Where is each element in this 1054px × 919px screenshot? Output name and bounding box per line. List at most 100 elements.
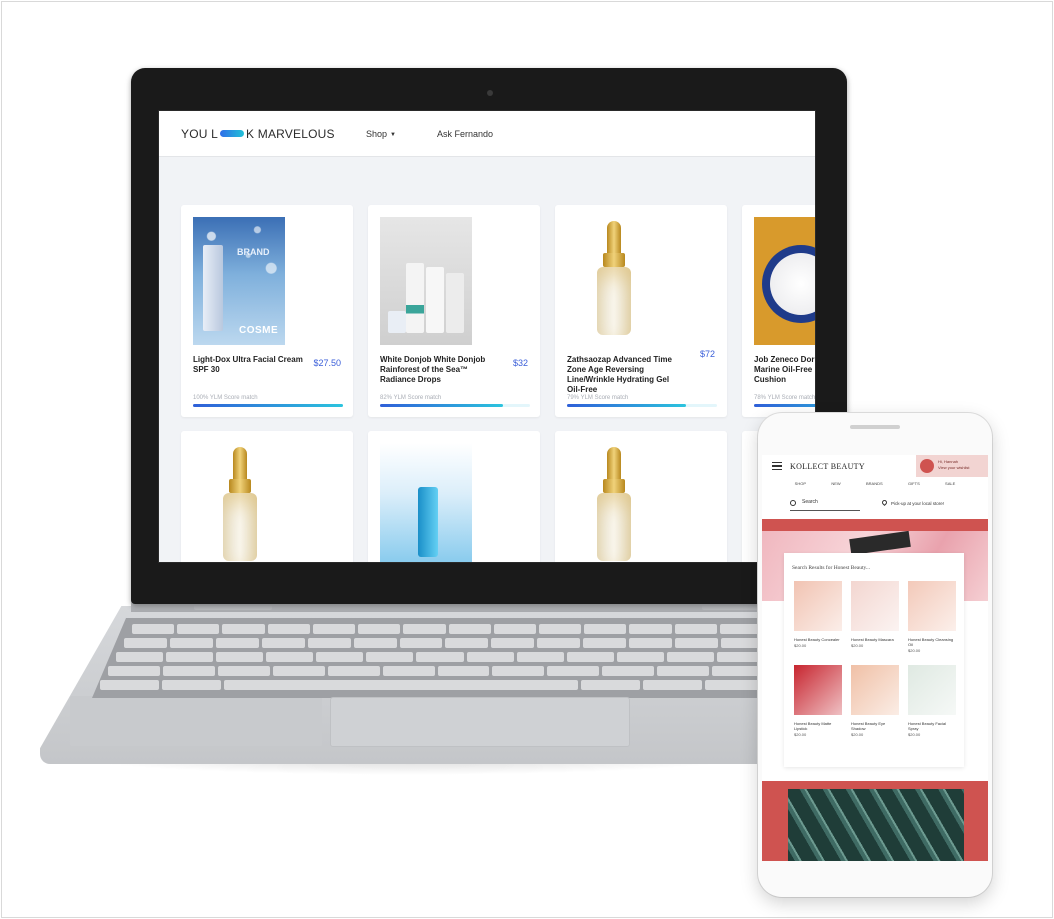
- user-account[interactable]: Hi, Hannah View your wishlist: [916, 455, 988, 477]
- nav-ask-fernando[interactable]: Ask Fernando: [437, 129, 493, 139]
- nav-shop-label: Shop: [366, 129, 388, 139]
- match-score-bar: [754, 404, 815, 407]
- product-image: [567, 443, 659, 562]
- result-image: [851, 581, 899, 631]
- nav-shop-menu[interactable]: Shop ▼: [366, 129, 396, 139]
- match-score-bar: [193, 404, 343, 407]
- search-input[interactable]: Search: [790, 499, 860, 511]
- result-item[interactable]: Honest Beauty Cleansing Oil $20.00: [908, 581, 956, 653]
- nav-shop[interactable]: SHOP: [795, 481, 806, 486]
- phone-speaker: [850, 425, 900, 429]
- product-card[interactable]: BRAND COSME Light-Dox Ultra Facial Cream…: [181, 205, 353, 417]
- result-name: Honest Beauty Cleansing Oil: [908, 637, 954, 647]
- result-name: Honest Beauty Concealer: [794, 637, 840, 642]
- nav-new[interactable]: NEW: [831, 481, 840, 486]
- match-score-bar: [567, 404, 717, 407]
- logo-text-right: K MARVELOUS: [246, 127, 335, 141]
- avatar: [920, 459, 934, 473]
- phone-device: KOLLECT BEAUTY Hi, Hannah View your wish…: [758, 413, 992, 897]
- pickup-link[interactable]: Pick-up at your local store!: [880, 498, 944, 507]
- result-price: $20.00: [908, 732, 921, 737]
- product-card[interactable]: Zathsaozap Advanced Time Zone Age Revers…: [555, 205, 727, 417]
- product-card[interactable]: [181, 431, 353, 562]
- result-item[interactable]: Honest Beauty Mascara $20.00: [851, 581, 899, 648]
- app-header: YOU L K MARVELOUS Shop ▼ Ask Fernando: [159, 111, 815, 157]
- result-image: [794, 665, 842, 715]
- menu-icon[interactable]: [772, 462, 782, 470]
- wishlist-link[interactable]: View your wishlist: [938, 465, 970, 470]
- product-name: White Donjob White Donjob Rainforest of …: [380, 355, 486, 384]
- match-score-text: 100% YLM Score match: [193, 395, 258, 401]
- phone-header: KOLLECT BEAUTY Hi, Hannah View your wish…: [762, 455, 988, 479]
- phone-screen: KOLLECT BEAUTY Hi, Hannah View your wish…: [762, 455, 988, 861]
- match-score-fill: [754, 404, 815, 407]
- user-greeting: Hi, Hannah: [938, 459, 959, 464]
- laptop-touchpad: [330, 697, 630, 747]
- product-card[interactable]: White Donjob White Donjob Rainforest of …: [368, 205, 540, 417]
- result-image: [908, 581, 956, 631]
- match-score-fill: [380, 404, 503, 407]
- result-item[interactable]: Honest Beauty Facial Spray $20.00: [908, 665, 956, 737]
- result-name: Honest Beauty Mascara: [851, 637, 894, 642]
- laptop-screen: YOU L K MARVELOUS Shop ▼ Ask Fernando BRA…: [158, 110, 816, 563]
- match-score-text: 82% YLM Score match: [380, 395, 442, 401]
- result-name: Honest Beauty Matte Lipstick: [794, 721, 832, 731]
- product-card[interactable]: [555, 431, 727, 562]
- match-score-bar: [380, 404, 530, 407]
- nav-brands[interactable]: BRANDS: [866, 481, 883, 486]
- result-item[interactable]: Honest Beauty Eye Shadow $20.00: [851, 665, 899, 737]
- result-price: $20.00: [851, 643, 864, 648]
- match-score-text: 79% YLM Score match: [567, 395, 629, 401]
- product-image: [193, 443, 285, 562]
- product-name: Job Zeneco Dor Marine Oil-Free Cushion: [754, 355, 815, 384]
- search-results-panel: Search Results for Honest Beauty... Hone…: [784, 553, 964, 767]
- result-price: $20.00: [794, 732, 807, 737]
- chevron-down-icon: ▼: [390, 132, 396, 138]
- match-score-fill: [193, 404, 343, 407]
- product-name: Zathsaozap Advanced Time Zone Age Revers…: [567, 355, 672, 394]
- product-price: $32: [512, 358, 528, 368]
- product-image: BRAND COSME: [193, 217, 285, 345]
- product-card[interactable]: [368, 431, 540, 562]
- nav-sale[interactable]: SALE: [945, 481, 955, 486]
- product-price: $27.50: [313, 358, 341, 368]
- match-score-fill: [567, 404, 686, 407]
- phone-logo[interactable]: KOLLECT BEAUTY: [790, 462, 865, 471]
- promo-image: [788, 789, 964, 861]
- product-name: Light-Dox Ultra Facial Cream SPF 30: [193, 355, 303, 374]
- product-price: $72: [699, 349, 715, 359]
- result-item[interactable]: Honest Beauty Matte Lipstick $20.00: [794, 665, 842, 737]
- result-name: Honest Beauty Facial Spray: [908, 721, 947, 731]
- result-price: $20.00: [908, 648, 921, 653]
- cream-tube: [203, 245, 223, 331]
- brand-band: [762, 519, 988, 531]
- result-image: [794, 581, 842, 631]
- match-score-text: 78% YLM Score match: [754, 395, 816, 401]
- search-icon: [790, 500, 796, 506]
- webcam-icon: [487, 90, 493, 96]
- product-image: [380, 217, 472, 345]
- laptop-palmrest: [70, 696, 322, 746]
- result-price: $20.00: [794, 643, 807, 648]
- nav-gifts[interactable]: GIFTS: [908, 481, 920, 486]
- search-label: Search: [802, 499, 818, 505]
- location-pin-icon: [880, 498, 889, 507]
- product-image: [754, 217, 815, 345]
- product-art-brand: BRAND: [237, 247, 270, 257]
- result-name: Honest Beauty Eye Shadow: [851, 721, 886, 731]
- logo-text-left: YOU L: [181, 127, 219, 141]
- product-image: [380, 443, 472, 562]
- product-art-label: COSME: [239, 325, 279, 336]
- app-logo[interactable]: YOU L K MARVELOUS: [181, 127, 335, 141]
- result-price: $20.00: [851, 732, 864, 737]
- laptop-lid: YOU L K MARVELOUS Shop ▼ Ask Fernando BRA…: [131, 68, 847, 604]
- result-image: [908, 665, 956, 715]
- product-card[interactable]: Job Zeneco Dor Marine Oil-Free Cushion 7…: [742, 205, 816, 417]
- result-image: [851, 665, 899, 715]
- laptop-keyboard: [92, 618, 772, 698]
- result-item[interactable]: Honest Beauty Concealer $20.00: [794, 581, 842, 648]
- phone-nav: SHOP NEW BRANDS GIFTS SALE: [762, 481, 988, 486]
- product-image: [567, 217, 659, 345]
- logo-eye-icon: [220, 129, 245, 137]
- search-results-title: Search Results for Honest Beauty...: [792, 565, 871, 571]
